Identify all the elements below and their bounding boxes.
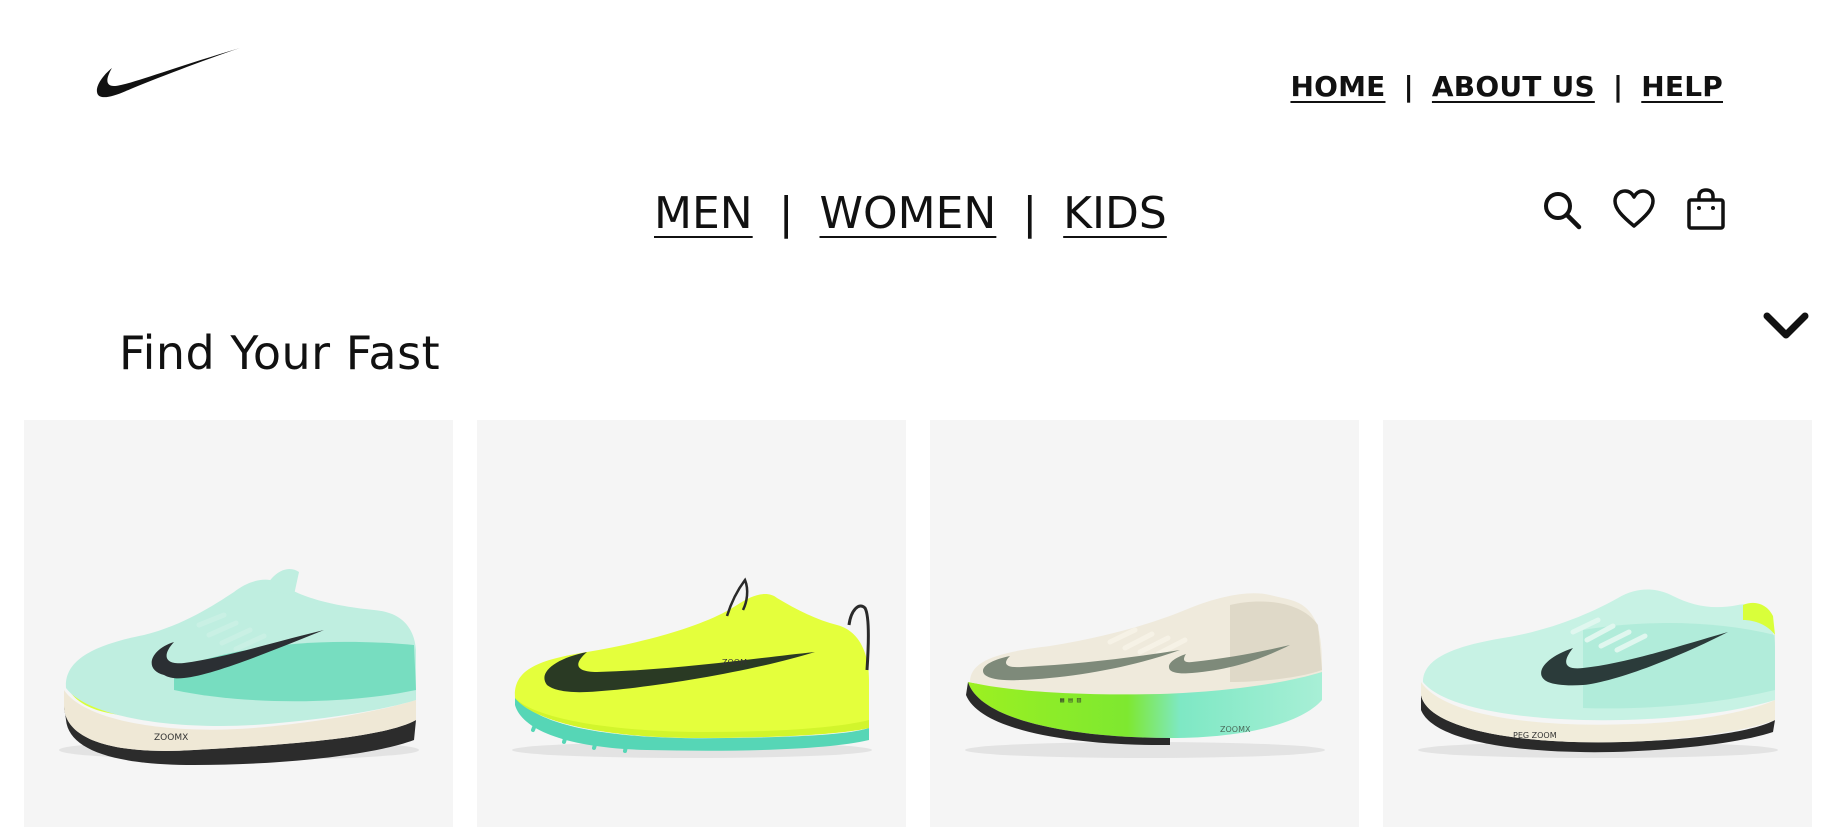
product-card[interactable]: ZOOMX xyxy=(24,420,453,827)
shopping-bag-icon[interactable] xyxy=(1684,188,1728,232)
running-shoe-image: PEG ZOOM xyxy=(1418,589,1778,758)
racing-shoe-image: ▦ ▤ ▥ ZOOMX xyxy=(965,593,1325,758)
product-grid: ZOOMX ZOOM ▦ ▤ ▥ ZOOMX PEG ZOOM xyxy=(24,420,1812,827)
svg-text:ZOOMX: ZOOMX xyxy=(1220,725,1251,734)
nav-help-link[interactable]: HELP xyxy=(1641,70,1723,103)
chevron-down-icon[interactable] xyxy=(1763,308,1809,342)
category-nav: MEN | WOMEN | KIDS xyxy=(654,188,1167,239)
nav-about-us-link[interactable]: ABOUT US xyxy=(1432,70,1595,103)
nav-separator: | xyxy=(1403,70,1414,103)
top-nav: HOME | ABOUT US | HELP xyxy=(1290,70,1723,103)
svg-text:ZOOM: ZOOM xyxy=(722,658,747,667)
svg-text:PEG ZOOM: PEG ZOOM xyxy=(1513,731,1557,740)
category-separator: | xyxy=(778,188,794,239)
swoosh-logo-icon[interactable] xyxy=(96,46,240,104)
nav-separator: | xyxy=(1612,70,1624,103)
heart-icon[interactable] xyxy=(1612,188,1656,232)
category-women-link[interactable]: WOMEN xyxy=(820,188,997,239)
page: HOME | ABOUT US | HELP MEN | WOMEN | KID… xyxy=(0,0,1827,827)
running-shoe-image: ZOOMX xyxy=(59,569,419,765)
header-actions xyxy=(1540,188,1728,232)
svg-text:ZOOMX: ZOOMX xyxy=(154,733,188,743)
section-title: Find Your Fast xyxy=(119,326,441,380)
svg-text:▦ ▤ ▥: ▦ ▤ ▥ xyxy=(1060,696,1082,704)
product-card[interactable]: PEG ZOOM xyxy=(1383,420,1812,827)
product-card[interactable]: ZOOM xyxy=(477,420,906,827)
nav-home-link[interactable]: HOME xyxy=(1290,70,1385,103)
category-men-link[interactable]: MEN xyxy=(654,188,753,239)
category-separator: | xyxy=(1022,188,1038,239)
product-card[interactable]: ▦ ▤ ▥ ZOOMX xyxy=(930,420,1359,827)
category-kids-link[interactable]: KIDS xyxy=(1063,188,1167,239)
track-spike-image: ZOOM xyxy=(512,577,872,758)
search-icon[interactable] xyxy=(1540,188,1584,232)
